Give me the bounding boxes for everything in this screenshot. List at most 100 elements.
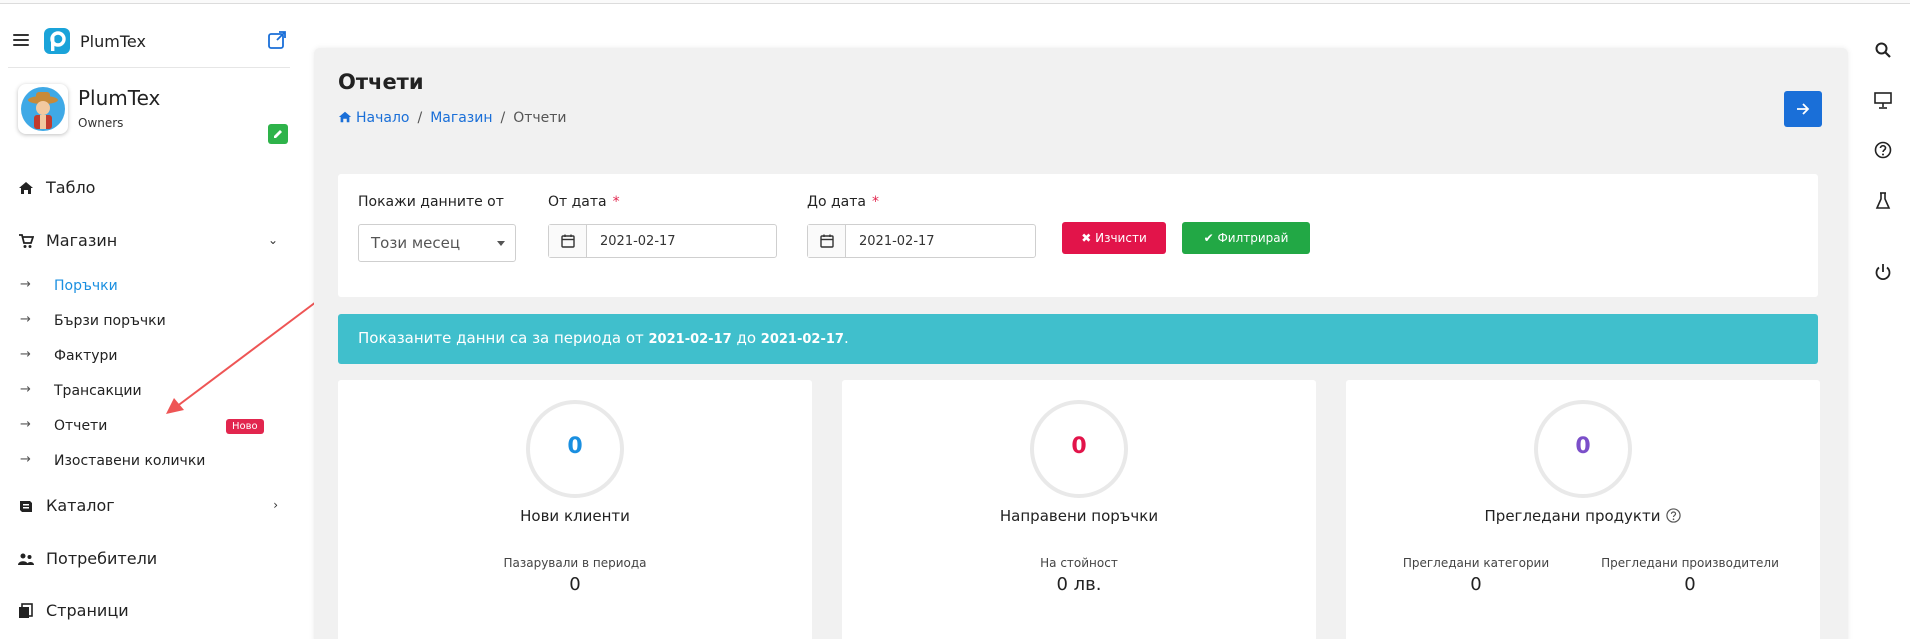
help-icon[interactable] <box>1874 141 1892 159</box>
presentation-icon[interactable] <box>1874 91 1892 109</box>
sidebar-subitem-label: Трансакции <box>54 383 142 399</box>
stat-sub-label: На стойност <box>1040 556 1118 570</box>
new-badge: Ново <box>226 419 264 434</box>
stat-card-new-clients: 0 Нови клиенти Пазарували в периода 0 <box>338 380 812 639</box>
stat-title: Направени поръчки <box>999 507 1159 525</box>
hamburger-icon[interactable] <box>13 34 29 46</box>
stat-ring: 0 <box>1030 400 1128 498</box>
breadcrumb: Начало / Магазин / Отчети <box>338 110 567 126</box>
arrow-right-icon: → <box>20 347 31 362</box>
sidebar-subitem-transactions[interactable]: → Трансакции <box>20 381 270 403</box>
main-panel: Отчети Начало / Магазин / Отчети Покажи данн… <box>314 48 1848 639</box>
sidebar-item-pages[interactable]: Страници <box>18 599 278 623</box>
required-mark: * <box>871 194 879 210</box>
stat-value: 0 <box>1071 434 1087 459</box>
to-date-input[interactable] <box>847 225 1035 257</box>
flask-icon[interactable] <box>1874 192 1892 210</box>
page-title: Отчети <box>338 70 424 94</box>
caret-down-icon <box>497 241 505 246</box>
period-select[interactable]: Този месец <box>358 224 516 262</box>
stat-card-viewed-products: 0 Прегледани продукти Прегледани категор… <box>1346 380 1820 639</box>
arrow-right-icon: → <box>20 382 31 397</box>
avatar[interactable] <box>18 84 68 134</box>
sidebar-subitem-label: Фактури <box>54 348 118 364</box>
stat-value: 0 <box>1575 434 1591 459</box>
required-mark: * <box>612 194 620 210</box>
stat-sub-value: 0 лв. <box>1056 574 1102 595</box>
home-icon <box>19 182 33 194</box>
stat-sub-value: 0 <box>1684 574 1696 595</box>
to-date-field <box>807 224 1036 258</box>
profile-name: PlumTex <box>78 86 161 110</box>
info-from-date: 2021-02-17 <box>648 332 732 347</box>
calendar-icon[interactable] <box>549 225 587 257</box>
sidebar-subitem-label: Изоставени колички <box>54 453 206 469</box>
arrow-right-icon: → <box>20 277 31 292</box>
sidebar-subitem-orders[interactable]: → Поръчки <box>20 276 270 298</box>
arrow-right-icon: → <box>20 312 31 327</box>
period-label: Покажи данните от <box>358 194 504 210</box>
sidebar-item-dashboard[interactable]: Табло <box>18 176 278 200</box>
clear-button[interactable]: ✖ Изчисти <box>1062 222 1166 254</box>
sidebar-item-label: Табло <box>46 178 96 197</box>
stat-title: Нови клиенти <box>520 507 630 525</box>
sidebar-item-users[interactable]: Потребители <box>18 547 278 571</box>
arrow-right-icon: → <box>20 417 31 432</box>
info-suffix: . <box>843 329 849 347</box>
stat-title: Прегледани продукти <box>1346 507 1820 525</box>
to-date-label-text: До дата <box>807 194 866 210</box>
cart-icon <box>19 234 34 248</box>
stat-sub-value: 0 <box>569 574 581 595</box>
chevron-down-icon: ⌄ <box>267 233 278 247</box>
calendar-icon[interactable] <box>808 225 846 257</box>
sidebar: PlumTex PlumTex Owners Табло Магазин ⌄ →… <box>0 4 300 639</box>
stat-sub-label: Прегледани категории <box>1402 556 1550 570</box>
breadcrumb-separator: / <box>500 110 506 126</box>
period-info-bar: Показаните данни са за периода от 2021-0… <box>338 314 1818 364</box>
sidebar-item-label: Страници <box>46 601 129 620</box>
sidebar-subitem-label: Отчети <box>54 418 108 434</box>
stat-value: 0 <box>567 434 583 459</box>
catalog-icon <box>20 501 32 512</box>
chevron-right-icon: › <box>273 498 278 512</box>
external-link-icon[interactable] <box>267 30 287 50</box>
stat-sub-label: Прегледани производители <box>1601 556 1779 570</box>
sidebar-subitem-reports[interactable]: → Отчети Ново <box>20 416 270 438</box>
profile-role: Owners <box>78 116 124 130</box>
stat-title-text: Прегледани продукти <box>1484 507 1661 525</box>
breadcrumb-home[interactable]: Начало <box>338 110 409 126</box>
power-icon[interactable] <box>1874 263 1892 281</box>
sidebar-divider <box>8 67 290 68</box>
go-button[interactable] <box>1784 91 1822 127</box>
from-date-input[interactable] <box>588 225 776 257</box>
arrow-right-icon: → <box>20 452 31 467</box>
sidebar-item-catalog[interactable]: Каталог › <box>18 494 278 518</box>
sidebar-item-label: Потребители <box>46 549 158 568</box>
edit-icon <box>274 130 282 138</box>
stat-ring: 0 <box>1534 400 1632 498</box>
pages-icon <box>19 603 33 618</box>
edit-profile-button[interactable] <box>268 124 288 144</box>
info-to-date: 2021-02-17 <box>760 332 844 347</box>
brand-logo <box>44 28 70 54</box>
search-icon[interactable] <box>1874 41 1892 59</box>
info-middle: до <box>736 329 757 347</box>
period-info-text: Показаните данни са за периода от 2021-0… <box>358 329 849 347</box>
sidebar-subitem-invoices[interactable]: → Фактури <box>20 346 270 368</box>
breadcrumb-shop[interactable]: Магазин <box>430 110 492 126</box>
home-icon <box>338 111 352 123</box>
profile-block: PlumTex Owners <box>0 72 300 150</box>
filter-card: Покажи данните от Този месец От дата * До… <box>338 174 1818 297</box>
breadcrumb-separator: / <box>417 110 423 126</box>
sidebar-item-shop[interactable]: Магазин ⌄ <box>18 229 278 253</box>
sidebar-subitem-label: Бързи поръчки <box>54 313 166 329</box>
to-date-label: До дата * <box>807 194 879 210</box>
filter-button[interactable]: ✔ Филтрирай <box>1182 222 1310 254</box>
breadcrumb-current: Отчети <box>513 110 567 126</box>
from-date-field <box>548 224 777 258</box>
sidebar-subitem-quick-orders[interactable]: → Бързи поръчки <box>20 311 270 333</box>
help-icon[interactable] <box>1666 508 1682 523</box>
breadcrumb-home-label: Начало <box>356 110 410 126</box>
sidebar-subitem-abandoned-carts[interactable]: → Изоставени колички <box>20 451 270 473</box>
stat-ring: 0 <box>526 400 624 498</box>
